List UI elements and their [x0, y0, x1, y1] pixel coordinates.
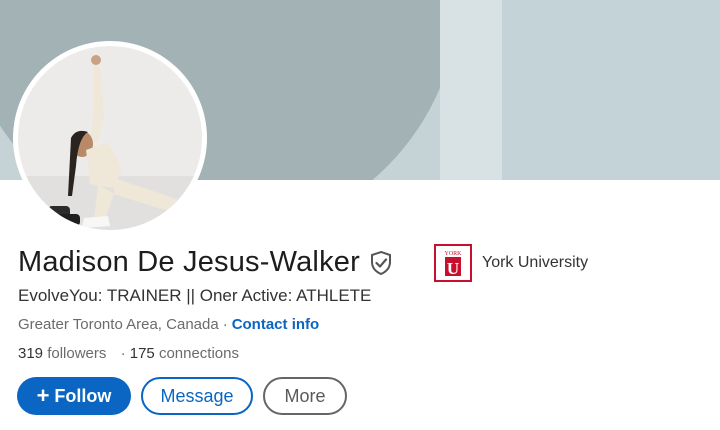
- follow-label: Follow: [54, 385, 112, 406]
- connections-separator: ·: [120, 345, 126, 362]
- message-button[interactable]: Message: [141, 377, 253, 415]
- followers-count: 319: [18, 345, 44, 362]
- plus-icon: +: [36, 383, 50, 408]
- profile-headline: EvolveYou: TRAINER || Oner Active: ATHLE…: [18, 286, 372, 305]
- follow-button[interactable]: + Follow: [17, 377, 131, 415]
- followers-label: followers: [47, 345, 107, 362]
- avatar-photo: [18, 46, 202, 230]
- verified-shield-icon[interactable]: [368, 250, 394, 276]
- york-university-logo: YORK U: [434, 244, 472, 282]
- profile-avatar[interactable]: [18, 46, 202, 230]
- connections-count[interactable]: 175: [130, 345, 155, 362]
- location-row: Greater Toronto Area, Canada · Contact inf…: [18, 316, 319, 333]
- connections-label[interactable]: connections: [159, 345, 239, 362]
- contact-info-link[interactable]: Contact info: [232, 316, 320, 333]
- location-separator: ·: [222, 316, 228, 333]
- cover-band: [440, 0, 502, 180]
- logo-text: YORK: [444, 251, 462, 257]
- education-entry[interactable]: YORK U York University: [434, 244, 588, 282]
- stats-row: 319 followers · 175 connections: [18, 345, 239, 362]
- logo-letter: U: [447, 259, 459, 278]
- profile-location: Greater Toronto Area, Canada: [18, 316, 219, 333]
- profile-actions: + Follow Message More: [17, 377, 347, 415]
- name-row: Madison De Jesus-Walker: [18, 246, 394, 279]
- profile-name: Madison De Jesus-Walker: [18, 246, 360, 278]
- profile-card: Madison De Jesus-Walker EvolveYou: TRAIN…: [0, 0, 720, 430]
- more-button[interactable]: More: [263, 377, 347, 415]
- cover-right-panel: [502, 0, 720, 180]
- school-name[interactable]: York University: [482, 254, 588, 272]
